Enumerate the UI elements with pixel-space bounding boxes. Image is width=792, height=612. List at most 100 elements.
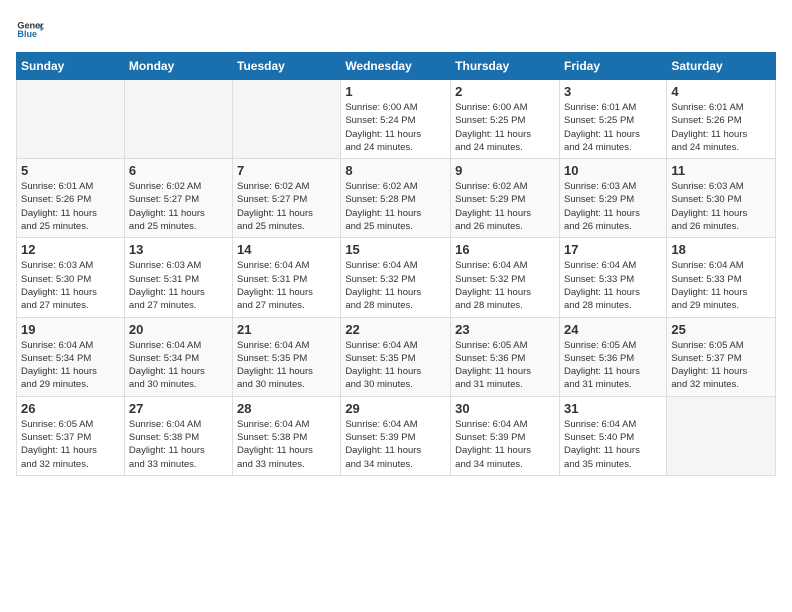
- calendar-day-cell: 4 Sunrise: 6:01 AM Sunset: 5:26 PM Daylig…: [667, 80, 776, 159]
- day-info: Sunrise: 6:04 AM Sunset: 5:38 PM Dayligh…: [129, 418, 228, 471]
- day-number: 15: [345, 242, 446, 257]
- day-number: 13: [129, 242, 228, 257]
- calendar-day-cell: 21 Sunrise: 6:04 AM Sunset: 5:35 PM Dayli…: [233, 317, 341, 396]
- calendar-day-cell: 26Sunrise: 6:05 AM Sunset: 5:37 PM Dayli…: [17, 396, 125, 475]
- calendar-day-cell: 16Sunrise: 6:04 AM Sunset: 5:32 PM Dayli…: [451, 238, 560, 317]
- calendar-day-cell: 10 Sunrise: 6:03 AM Sunset: 5:29 PM Dayli…: [559, 159, 666, 238]
- day-number: 4: [671, 84, 771, 99]
- weekday-header-thursday: Thursday: [451, 53, 560, 80]
- day-info: Sunrise: 6:04 AM Sunset: 5:34 PM Dayligh…: [129, 339, 228, 392]
- day-number: 12: [21, 242, 120, 257]
- calendar-empty-cell: [17, 80, 125, 159]
- day-info: Sunrise: 6:04 AM Sunset: 5:40 PM Dayligh…: [564, 418, 662, 471]
- calendar-day-cell: 12 Sunrise: 6:03 AM Sunset: 5:30 PM Dayli…: [17, 238, 125, 317]
- calendar-day-cell: 28 Sunrise: 6:04 AM Sunset: 5:38 PM Dayli…: [233, 396, 341, 475]
- day-info: Sunrise: 6:03 AM Sunset: 5:31 PM Dayligh…: [129, 259, 228, 312]
- calendar-empty-cell: [124, 80, 232, 159]
- calendar-body: 1Sunrise: 6:00 AM Sunset: 5:24 PM Daylig…: [17, 80, 776, 476]
- day-info: Sunrise: 6:03 AM Sunset: 5:30 PM Dayligh…: [671, 180, 771, 233]
- day-number: 9: [455, 163, 555, 178]
- day-number: 14: [237, 242, 336, 257]
- calendar-day-cell: 18Sunrise: 6:04 AM Sunset: 5:33 PM Dayli…: [667, 238, 776, 317]
- weekday-header-sunday: Sunday: [17, 53, 125, 80]
- day-number: 28: [237, 401, 336, 416]
- calendar-header: SundayMondayTuesdayWednesdayThursdayFrid…: [17, 53, 776, 80]
- day-number: 25: [671, 322, 771, 337]
- calendar-day-cell: 30Sunrise: 6:04 AM Sunset: 5:39 PM Dayli…: [451, 396, 560, 475]
- calendar-empty-cell: [667, 396, 776, 475]
- calendar-table: SundayMondayTuesdayWednesdayThursdayFrid…: [16, 52, 776, 476]
- day-info: Sunrise: 6:03 AM Sunset: 5:30 PM Dayligh…: [21, 259, 120, 312]
- calendar-week-row: 26Sunrise: 6:05 AM Sunset: 5:37 PM Dayli…: [17, 396, 776, 475]
- calendar-day-cell: 23 Sunrise: 6:05 AM Sunset: 5:36 PM Dayli…: [451, 317, 560, 396]
- weekday-header-friday: Friday: [559, 53, 666, 80]
- calendar-day-cell: 2 Sunrise: 6:00 AM Sunset: 5:25 PM Daylig…: [451, 80, 560, 159]
- calendar-day-cell: 7 Sunrise: 6:02 AM Sunset: 5:27 PM Daylig…: [233, 159, 341, 238]
- day-info: Sunrise: 6:04 AM Sunset: 5:35 PM Dayligh…: [345, 339, 446, 392]
- calendar-day-cell: 1Sunrise: 6:00 AM Sunset: 5:24 PM Daylig…: [341, 80, 451, 159]
- day-info: Sunrise: 6:04 AM Sunset: 5:38 PM Dayligh…: [237, 418, 336, 471]
- day-info: Sunrise: 6:01 AM Sunset: 5:25 PM Dayligh…: [564, 101, 662, 154]
- day-info: Sunrise: 6:04 AM Sunset: 5:31 PM Dayligh…: [237, 259, 336, 312]
- weekday-header-wednesday: Wednesday: [341, 53, 451, 80]
- day-info: Sunrise: 6:04 AM Sunset: 5:34 PM Dayligh…: [21, 339, 120, 392]
- svg-text:Blue: Blue: [17, 29, 37, 39]
- calendar-day-cell: 11Sunrise: 6:03 AM Sunset: 5:30 PM Dayli…: [667, 159, 776, 238]
- day-info: Sunrise: 6:04 AM Sunset: 5:39 PM Dayligh…: [345, 418, 446, 471]
- day-info: Sunrise: 6:02 AM Sunset: 5:29 PM Dayligh…: [455, 180, 555, 233]
- calendar-day-cell: 31 Sunrise: 6:04 AM Sunset: 5:40 PM Dayli…: [559, 396, 666, 475]
- day-info: Sunrise: 6:02 AM Sunset: 5:27 PM Dayligh…: [237, 180, 336, 233]
- day-info: Sunrise: 6:04 AM Sunset: 5:32 PM Dayligh…: [345, 259, 446, 312]
- day-number: 19: [21, 322, 120, 337]
- calendar-week-row: 5 Sunrise: 6:01 AM Sunset: 5:26 PM Daylig…: [17, 159, 776, 238]
- calendar-day-cell: 25 Sunrise: 6:05 AM Sunset: 5:37 PM Dayli…: [667, 317, 776, 396]
- day-number: 27: [129, 401, 228, 416]
- day-info: Sunrise: 6:05 AM Sunset: 5:37 PM Dayligh…: [671, 339, 771, 392]
- day-number: 2: [455, 84, 555, 99]
- day-number: 30: [455, 401, 555, 416]
- calendar-day-cell: 3Sunrise: 6:01 AM Sunset: 5:25 PM Daylig…: [559, 80, 666, 159]
- day-number: 21: [237, 322, 336, 337]
- day-number: 22: [345, 322, 446, 337]
- day-number: 20: [129, 322, 228, 337]
- day-info: Sunrise: 6:05 AM Sunset: 5:36 PM Dayligh…: [455, 339, 555, 392]
- calendar-week-row: 12 Sunrise: 6:03 AM Sunset: 5:30 PM Dayli…: [17, 238, 776, 317]
- weekday-header-saturday: Saturday: [667, 53, 776, 80]
- day-info: Sunrise: 6:00 AM Sunset: 5:25 PM Dayligh…: [455, 101, 555, 154]
- day-info: Sunrise: 6:01 AM Sunset: 5:26 PM Dayligh…: [21, 180, 120, 233]
- day-info: Sunrise: 6:04 AM Sunset: 5:33 PM Dayligh…: [671, 259, 771, 312]
- day-info: Sunrise: 6:04 AM Sunset: 5:32 PM Dayligh…: [455, 259, 555, 312]
- calendar-day-cell: 27 Sunrise: 6:04 AM Sunset: 5:38 PM Dayli…: [124, 396, 232, 475]
- day-number: 17: [564, 242, 662, 257]
- calendar-day-cell: 17 Sunrise: 6:04 AM Sunset: 5:33 PM Dayli…: [559, 238, 666, 317]
- logo-icon: General Blue: [16, 16, 44, 44]
- page-header: General Blue: [16, 16, 776, 44]
- day-number: 10: [564, 163, 662, 178]
- day-number: 5: [21, 163, 120, 178]
- day-number: 23: [455, 322, 555, 337]
- day-info: Sunrise: 6:04 AM Sunset: 5:35 PM Dayligh…: [237, 339, 336, 392]
- day-number: 24: [564, 322, 662, 337]
- day-info: Sunrise: 6:01 AM Sunset: 5:26 PM Dayligh…: [671, 101, 771, 154]
- calendar-day-cell: 22 Sunrise: 6:04 AM Sunset: 5:35 PM Dayli…: [341, 317, 451, 396]
- calendar-day-cell: 8 Sunrise: 6:02 AM Sunset: 5:28 PM Daylig…: [341, 159, 451, 238]
- calendar-day-cell: 20 Sunrise: 6:04 AM Sunset: 5:34 PM Dayli…: [124, 317, 232, 396]
- day-number: 7: [237, 163, 336, 178]
- day-info: Sunrise: 6:02 AM Sunset: 5:27 PM Dayligh…: [129, 180, 228, 233]
- calendar-empty-cell: [233, 80, 341, 159]
- calendar-day-cell: 6 Sunrise: 6:02 AM Sunset: 5:27 PM Daylig…: [124, 159, 232, 238]
- weekday-header-monday: Monday: [124, 53, 232, 80]
- day-number: 6: [129, 163, 228, 178]
- day-number: 31: [564, 401, 662, 416]
- calendar-week-row: 19 Sunrise: 6:04 AM Sunset: 5:34 PM Dayli…: [17, 317, 776, 396]
- day-number: 1: [345, 84, 446, 99]
- day-info: Sunrise: 6:03 AM Sunset: 5:29 PM Dayligh…: [564, 180, 662, 233]
- day-number: 8: [345, 163, 446, 178]
- calendar-day-cell: 5 Sunrise: 6:01 AM Sunset: 5:26 PM Daylig…: [17, 159, 125, 238]
- day-info: Sunrise: 6:02 AM Sunset: 5:28 PM Dayligh…: [345, 180, 446, 233]
- day-info: Sunrise: 6:04 AM Sunset: 5:33 PM Dayligh…: [564, 259, 662, 312]
- calendar-day-cell: 14 Sunrise: 6:04 AM Sunset: 5:31 PM Dayli…: [233, 238, 341, 317]
- day-info: Sunrise: 6:05 AM Sunset: 5:37 PM Dayligh…: [21, 418, 120, 471]
- weekday-row: SundayMondayTuesdayWednesdayThursdayFrid…: [17, 53, 776, 80]
- calendar-day-cell: 13 Sunrise: 6:03 AM Sunset: 5:31 PM Dayli…: [124, 238, 232, 317]
